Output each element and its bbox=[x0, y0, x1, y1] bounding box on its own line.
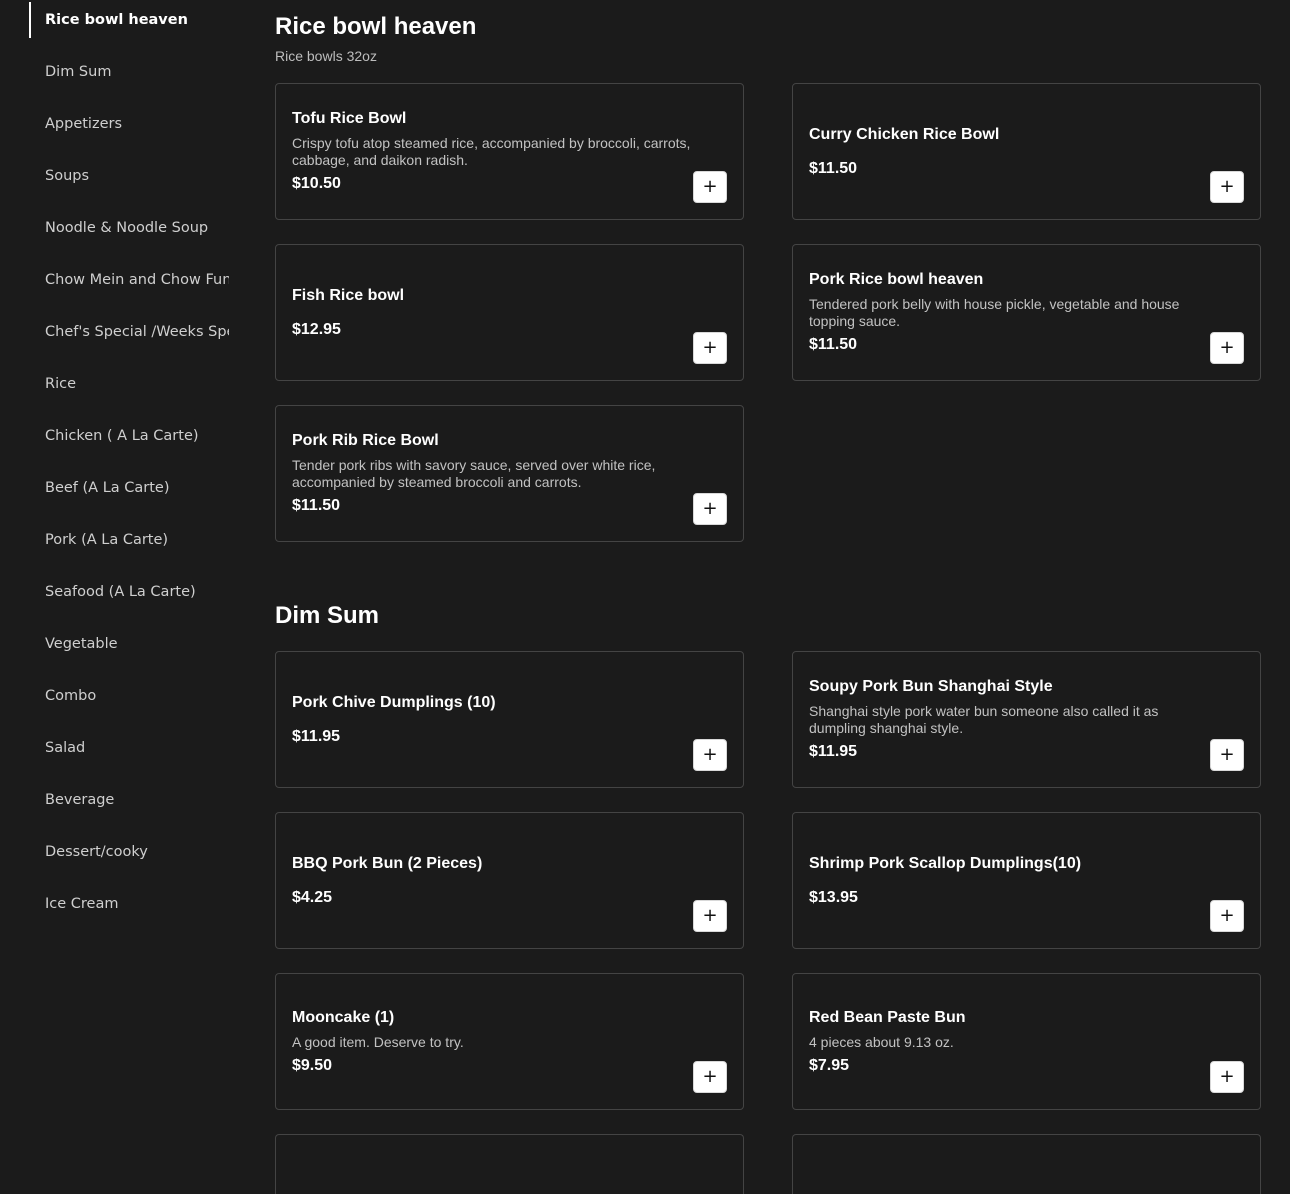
plus-icon: + bbox=[1219, 176, 1235, 197]
sidebar-item-salad[interactable]: Salad bbox=[29, 730, 229, 766]
sidebar-item-rice-bowl-heaven[interactable]: Rice bowl heaven bbox=[29, 2, 229, 38]
sidebar-item-beverage[interactable]: Beverage bbox=[29, 782, 229, 818]
menu-item-card[interactable]: Pork Rib Rice Bowl Tender pork ribs with… bbox=[275, 405, 744, 542]
sidebar-item-ice-cream[interactable]: Ice Cream bbox=[29, 886, 229, 922]
menu-item-card[interactable]: Soupy Pork Bun Shanghai Style Shanghai s… bbox=[792, 651, 1261, 788]
menu-item-card[interactable]: Pork Chive Dumplings (10) $11.95 + bbox=[275, 651, 744, 788]
section-title-rice-bowl-heaven: Rice bowl heaven bbox=[275, 13, 477, 40]
sidebar-item-vegetable[interactable]: Vegetable bbox=[29, 626, 229, 662]
item-price: $9.50 bbox=[292, 1056, 333, 1074]
sidebar-item-chicken[interactable]: Chicken ( A La Carte) bbox=[29, 418, 229, 454]
sidebar-item-chefs-special[interactable]: Chef's Special /Weeks Spe bbox=[29, 314, 229, 350]
item-name: Red Bean Paste Bun bbox=[809, 1008, 966, 1026]
menu-item-card-partial[interactable] bbox=[275, 1134, 744, 1194]
menu-item-card[interactable]: Tofu Rice Bowl Crispy tofu atop steamed … bbox=[275, 83, 744, 220]
sidebar-item-soups[interactable]: Soups bbox=[29, 158, 229, 194]
item-price: $12.95 bbox=[292, 320, 341, 338]
item-name: Pork Rice bowl heaven bbox=[809, 271, 984, 288]
plus-icon: + bbox=[1219, 337, 1235, 358]
sidebar-item-dessert[interactable]: Dessert/cooky bbox=[29, 834, 229, 870]
item-name: Fish Rice bowl bbox=[292, 286, 405, 304]
sidebar-item-noodle[interactable]: Noodle & Noodle Soup bbox=[29, 210, 229, 246]
add-item-button[interactable]: + bbox=[693, 493, 727, 525]
add-item-button[interactable]: + bbox=[1210, 332, 1244, 364]
sidebar-item-pork[interactable]: Pork (A La Carte) bbox=[29, 522, 229, 558]
item-description: Tender pork ribs with savory sauce, serv… bbox=[292, 457, 656, 490]
sidebar-item-beef[interactable]: Beef (A La Carte) bbox=[29, 470, 229, 506]
plus-icon: + bbox=[702, 1066, 718, 1087]
sidebar-item-rice[interactable]: Rice bbox=[29, 366, 229, 402]
sidebar-item-combo[interactable]: Combo bbox=[29, 678, 229, 714]
item-name: Mooncake (1) bbox=[292, 1008, 395, 1026]
plus-icon: + bbox=[702, 176, 718, 197]
menu-item-card[interactable]: BBQ Pork Bun (2 Pieces) $4.25 + bbox=[275, 812, 744, 949]
sidebar-item-appetizers[interactable]: Appetizers bbox=[29, 106, 229, 142]
add-item-button[interactable]: + bbox=[1210, 739, 1244, 771]
add-item-button[interactable]: + bbox=[693, 171, 727, 203]
plus-icon: + bbox=[702, 744, 718, 765]
menu-item-card-partial[interactable] bbox=[792, 1134, 1261, 1194]
item-name: Pork Rib Rice Bowl bbox=[292, 432, 439, 449]
item-price: $11.50 bbox=[809, 336, 858, 353]
sidebar-item-dim-sum[interactable]: Dim Sum bbox=[29, 54, 229, 90]
item-price: $13.95 bbox=[809, 888, 858, 906]
add-item-button[interactable]: + bbox=[693, 739, 727, 771]
plus-icon: + bbox=[1219, 1066, 1235, 1087]
section-title-dim-sum: Dim Sum bbox=[275, 602, 380, 629]
item-price: $11.50 bbox=[809, 159, 858, 177]
add-item-button[interactable]: + bbox=[1210, 171, 1244, 203]
item-description: Tendered pork belly with house pickle, v… bbox=[809, 296, 1180, 329]
plus-icon: + bbox=[1219, 744, 1235, 765]
sidebar-item-chow-mein[interactable]: Chow Mein and Chow Fun bbox=[29, 262, 229, 298]
plus-icon: + bbox=[702, 337, 718, 358]
plus-icon: + bbox=[702, 905, 718, 926]
item-price: $7.95 bbox=[809, 1056, 850, 1074]
menu-item-card[interactable]: Pork Rice bowl heaven Tendered pork bell… bbox=[792, 244, 1261, 381]
item-name: Pork Chive Dumplings (10) bbox=[292, 693, 496, 711]
item-price: $11.50 bbox=[292, 497, 341, 514]
add-item-button[interactable]: + bbox=[693, 1061, 727, 1093]
item-price: $11.95 bbox=[809, 743, 858, 760]
category-sidebar: Rice bowl heaven Dim Sum Appetizers Soup… bbox=[0, 0, 240, 1169]
item-description: A good item. Deserve to try. bbox=[292, 1033, 464, 1050]
item-description: Shanghai style pork water bun someone al… bbox=[809, 703, 1159, 736]
menu-item-card[interactable]: Fish Rice bowl $12.95 + bbox=[275, 244, 744, 381]
item-name: Curry Chicken Rice Bowl bbox=[809, 125, 1000, 143]
menu-item-card[interactable]: Red Bean Paste Bun 4 pieces about 9.13 o… bbox=[792, 973, 1261, 1110]
item-name: BBQ Pork Bun (2 Pieces) bbox=[292, 854, 483, 872]
item-price: $10.50 bbox=[292, 175, 341, 192]
menu-item-card[interactable]: Curry Chicken Rice Bowl $11.50 + bbox=[792, 83, 1261, 220]
add-item-button[interactable]: + bbox=[693, 900, 727, 932]
item-price: $11.95 bbox=[292, 727, 341, 745]
add-item-button[interactable]: + bbox=[1210, 1061, 1244, 1093]
item-name: Tofu Rice Bowl bbox=[292, 110, 407, 127]
item-name: Shrimp Pork Scallop Dumplings(10) bbox=[809, 854, 1082, 872]
item-name: Soupy Pork Bun Shanghai Style bbox=[809, 678, 1053, 695]
add-item-button[interactable]: + bbox=[693, 332, 727, 364]
item-price: $4.25 bbox=[292, 888, 333, 906]
item-description: 4 pieces about 9.13 oz. bbox=[809, 1033, 954, 1050]
section-subtitle: Rice bowls 32oz bbox=[275, 48, 377, 64]
item-description: Crispy tofu atop steamed rice, accompani… bbox=[292, 135, 691, 168]
add-item-button[interactable]: + bbox=[1210, 900, 1244, 932]
menu-item-card[interactable]: Shrimp Pork Scallop Dumplings(10) $13.95… bbox=[792, 812, 1261, 949]
sidebar-item-seafood[interactable]: Seafood (A La Carte) bbox=[29, 574, 229, 610]
menu-item-card[interactable]: Mooncake (1) A good item. Deserve to try… bbox=[275, 973, 744, 1110]
plus-icon: + bbox=[702, 498, 718, 519]
plus-icon: + bbox=[1219, 905, 1235, 926]
